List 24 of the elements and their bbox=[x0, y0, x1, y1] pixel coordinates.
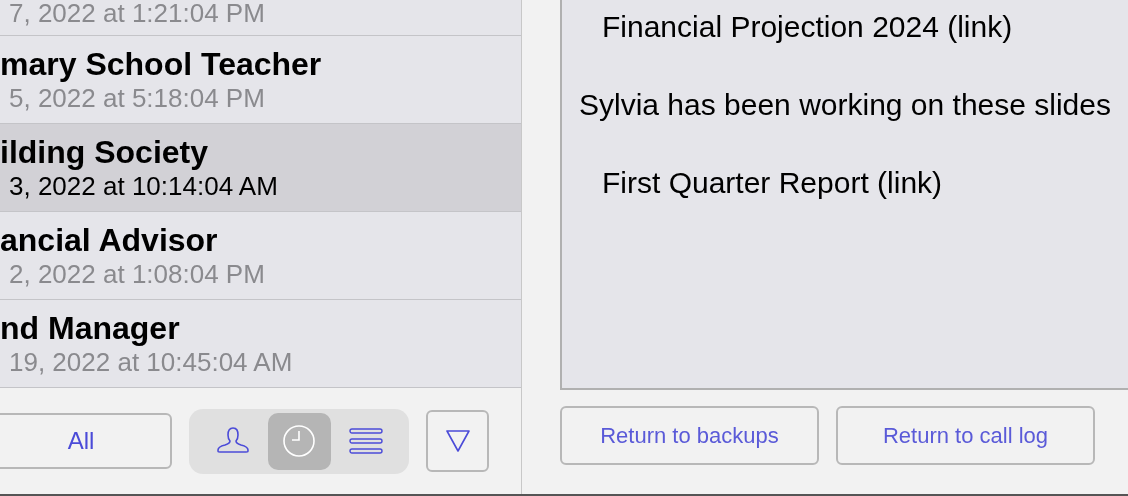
row-title: nd Manager bbox=[0, 309, 180, 347]
row-date: 19, 2022 at 10:45:04 AM bbox=[8, 346, 293, 378]
filter-button[interactable] bbox=[426, 410, 489, 472]
all-button[interactable]: All bbox=[0, 413, 172, 469]
link-text[interactable]: Financial Projection 2024 (link) bbox=[562, 10, 1128, 88]
list-row[interactable]: nd Manager 19, 2022 at 10:45:04 AM bbox=[0, 300, 521, 388]
filter-icon bbox=[445, 430, 470, 452]
list-row[interactable]: ancial Advisor 2, 2022 at 1:08:04 PM bbox=[0, 212, 521, 300]
link-text[interactable]: First Quarter Report (link) bbox=[562, 166, 1128, 244]
row-date: 5, 2022 at 5:18:04 PM bbox=[8, 82, 265, 114]
row-date: 7, 2022 at 1:21:04 PM bbox=[8, 0, 265, 29]
row-date: 3, 2022 at 10:14:04 AM bbox=[8, 170, 278, 202]
return-button[interactable]: Return to call log bbox=[836, 406, 1095, 465]
return-button[interactable]: Return to backups bbox=[560, 406, 819, 465]
person-icon bbox=[215, 426, 250, 456]
clock-icon bbox=[282, 424, 316, 458]
list-icon bbox=[348, 427, 383, 455]
list-row[interactable]: ilding Society 3, 2022 at 10:14:04 AM bbox=[0, 124, 521, 212]
row-title: ilding Society bbox=[0, 133, 209, 171]
row-title: ancial Advisor bbox=[0, 221, 218, 259]
row-title: mary School Teacher bbox=[0, 45, 322, 83]
clock-segment[interactable] bbox=[267, 412, 331, 470]
note-text: Sylvia has been working on these slides bbox=[578, 88, 1112, 123]
row-date: 2, 2022 at 1:08:04 PM bbox=[8, 258, 265, 290]
